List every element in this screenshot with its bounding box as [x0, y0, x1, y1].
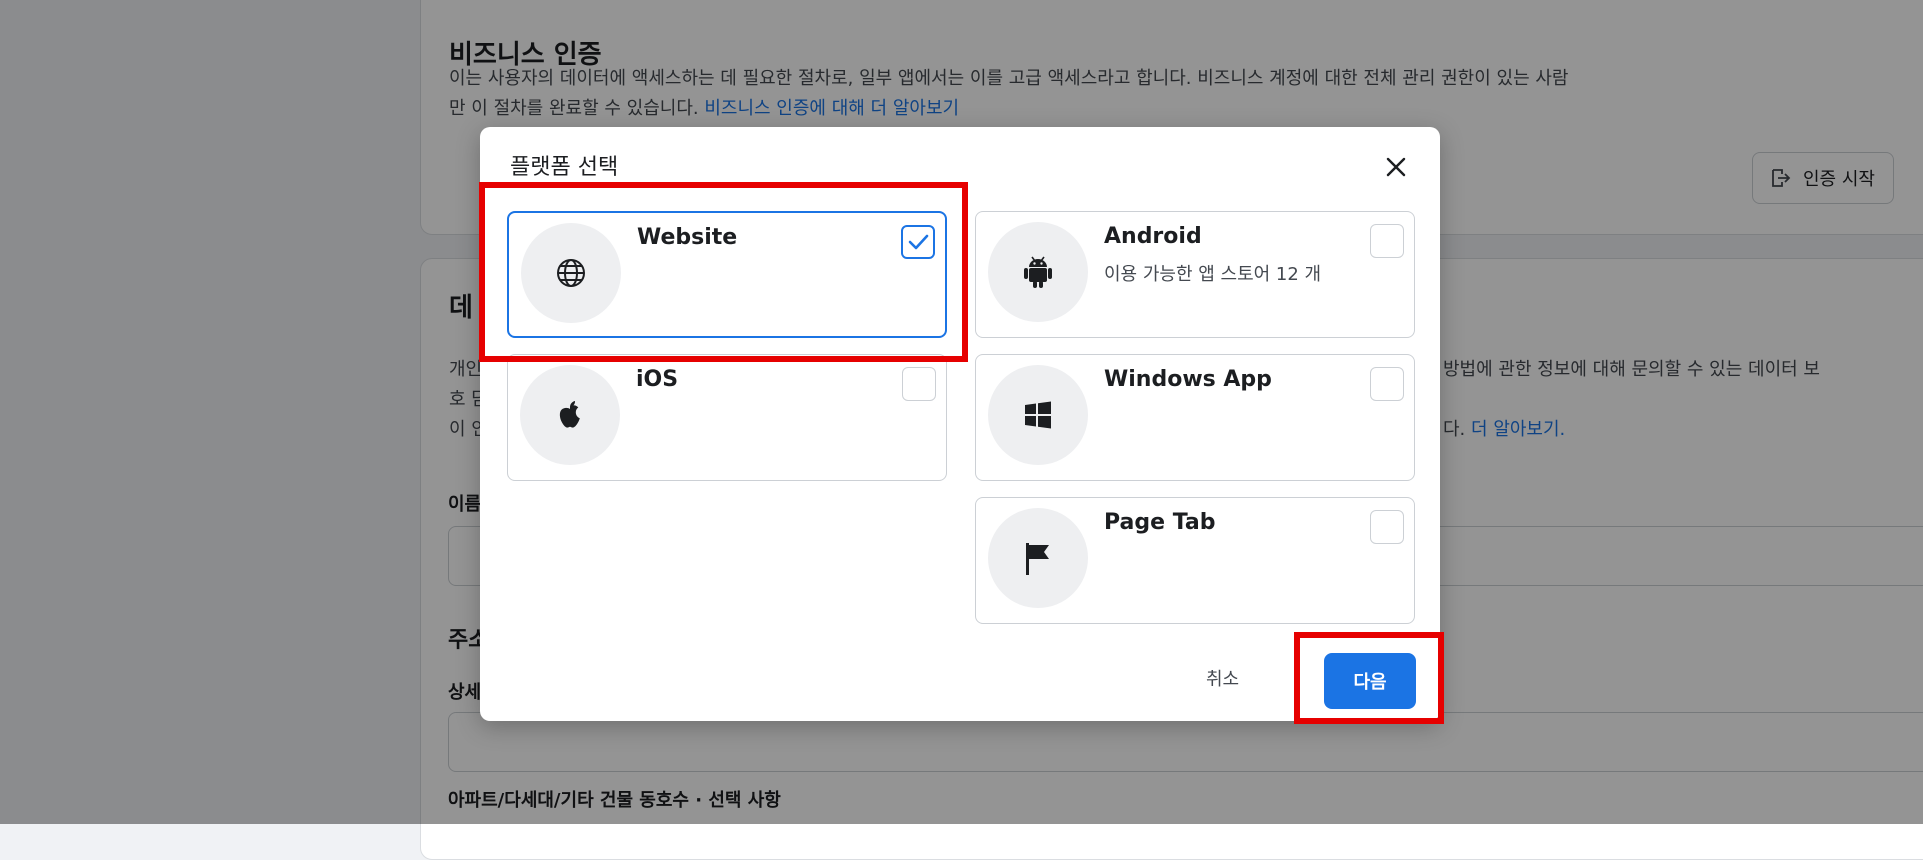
check-icon [908, 234, 929, 250]
platform-option-name: Website [637, 225, 738, 250]
platform-option-name: Windows App [1104, 367, 1272, 392]
platform-option-name: iOS [636, 367, 679, 392]
flag-icon [988, 508, 1088, 608]
close-icon[interactable] [1382, 153, 1410, 181]
apple-icon [520, 365, 620, 465]
android-icon [988, 222, 1088, 322]
platform-option-android[interactable]: Android 이용 가능한 앱 스토어 12 개 [975, 211, 1415, 338]
dialog-title: 플랫폼 선택 [510, 155, 619, 180]
windows-icon [988, 365, 1088, 465]
globe-icon [521, 223, 621, 323]
platform-select-dialog: 플랫폼 선택 Website Android 이용 가능한 앱 스토어 12 개… [480, 127, 1440, 721]
cancel-button[interactable]: 취소 [1188, 653, 1257, 703]
platform-option-name: Page Tab [1104, 510, 1216, 535]
platform-checkbox-website[interactable] [901, 225, 935, 259]
platform-option-name: Android [1104, 224, 1202, 249]
platform-option-windows-app[interactable]: Windows App [975, 354, 1415, 481]
platform-option-ios[interactable]: iOS [507, 354, 947, 481]
platform-checkbox-android[interactable] [1370, 224, 1404, 258]
platform-option-website[interactable]: Website [507, 211, 947, 338]
platform-option-page-tab[interactable]: Page Tab [975, 497, 1415, 624]
platform-checkbox-windows-app[interactable] [1370, 367, 1404, 401]
platform-option-sub: 이용 가능한 앱 스토어 12 개 [1104, 264, 1322, 285]
next-button[interactable]: 다음 [1324, 653, 1416, 709]
platform-checkbox-page-tab[interactable] [1370, 510, 1404, 544]
platform-checkbox-ios[interactable] [902, 367, 936, 401]
